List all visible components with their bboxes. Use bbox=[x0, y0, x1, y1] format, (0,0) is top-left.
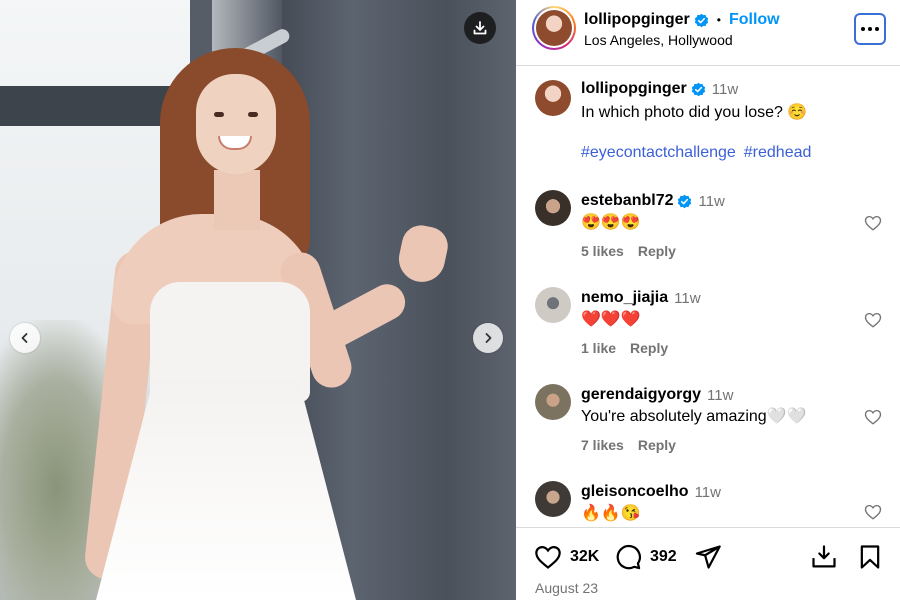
comment-meta: 5 likes Reply bbox=[581, 243, 676, 259]
comment-text: 😍😍😍 bbox=[581, 214, 641, 231]
heart-icon[interactable] bbox=[864, 214, 882, 232]
comment-author-row: gerendaigyorgy 11w bbox=[581, 386, 733, 404]
comment-username[interactable]: nemo_jiajia bbox=[581, 289, 668, 307]
photo-person-face bbox=[196, 74, 276, 174]
chevron-right-icon bbox=[485, 333, 492, 343]
comment-reply-button[interactable]: Reply bbox=[630, 340, 668, 356]
author-avatar-story-ring[interactable] bbox=[532, 6, 576, 50]
photo-person-eye-right bbox=[248, 112, 258, 117]
heart-icon[interactable] bbox=[864, 311, 882, 329]
like-action: 32K bbox=[534, 543, 599, 571]
comment-likes[interactable]: 5 likes bbox=[581, 243, 624, 259]
post-date[interactable]: August 23 bbox=[535, 580, 598, 596]
like-heart-icon[interactable] bbox=[534, 543, 562, 571]
caption-text: In which photo did you lose? ☺️ bbox=[581, 104, 808, 121]
comment-bubble-icon[interactable] bbox=[614, 543, 642, 571]
photo-person-neck bbox=[214, 170, 260, 230]
comment-timestamp[interactable]: 11w bbox=[674, 290, 700, 307]
comment-avatar[interactable] bbox=[535, 384, 571, 420]
comment-text: 🔥🔥😘 bbox=[581, 505, 641, 522]
comment-timestamp[interactable]: 11w bbox=[695, 484, 721, 501]
comment-text: You're absolutely amazing🤍🤍 bbox=[581, 408, 807, 425]
comment-username[interactable]: gerendaigyorgy bbox=[581, 386, 701, 404]
comment-likes[interactable]: 7 likes bbox=[581, 437, 624, 453]
hashtag-link[interactable]: #redhead bbox=[744, 144, 812, 162]
post-location[interactable]: Los Angeles, Hollywood bbox=[584, 32, 733, 48]
comment-meta: 7 likes Reply bbox=[581, 437, 676, 453]
comment-author-row: gleisoncoelho 11w bbox=[581, 483, 721, 501]
more-options-button[interactable] bbox=[854, 13, 886, 45]
caption-author-avatar[interactable] bbox=[535, 80, 571, 116]
share-paper-plane-icon[interactable] bbox=[694, 543, 722, 571]
comment-username[interactable]: gleisoncoelho bbox=[581, 483, 689, 501]
photo-person-eye-left bbox=[214, 112, 224, 117]
share-action bbox=[694, 543, 722, 571]
post-photo[interactable] bbox=[0, 0, 516, 600]
caption-timestamp[interactable]: 11w bbox=[712, 81, 738, 98]
comment-author-row: estebanbl72 11w bbox=[581, 192, 725, 210]
download-icon bbox=[473, 21, 487, 35]
chevron-left-icon bbox=[21, 333, 28, 343]
heart-icon[interactable] bbox=[864, 408, 882, 426]
comment-count[interactable]: 392 bbox=[650, 548, 677, 566]
next-photo-button[interactable] bbox=[473, 323, 503, 353]
comment-author-row: nemo_jiajia 11w bbox=[581, 289, 701, 307]
like-count[interactable]: 32K bbox=[570, 548, 599, 566]
author-username[interactable]: lollipopginger bbox=[584, 11, 690, 29]
verified-badge-icon bbox=[694, 13, 708, 27]
comment-reply-button[interactable]: Reply bbox=[638, 437, 676, 453]
comments-list[interactable]: lollipopginger 11w In which photo did yo… bbox=[516, 66, 900, 526]
comment-meta: 1 like Reply bbox=[581, 340, 668, 356]
more-options-icon bbox=[861, 27, 865, 31]
hashtag-link[interactable]: #eyecontactchallenge bbox=[581, 144, 736, 162]
author-name-row: lollipopginger • Follow bbox=[584, 11, 780, 29]
verified-badge-icon bbox=[678, 194, 692, 208]
verified-badge-icon bbox=[691, 82, 705, 96]
bookmark-icon[interactable] bbox=[856, 543, 884, 571]
comment-likes[interactable]: 1 like bbox=[581, 340, 616, 356]
post-side-panel: lollipopginger • Follow Los Angeles, Hol… bbox=[516, 0, 900, 600]
comment-action: 392 bbox=[614, 543, 677, 571]
comment-text: ❤️❤️❤️ bbox=[581, 311, 641, 328]
post-actions-bar: 32K 392 August 23 bbox=[516, 527, 900, 600]
follow-button[interactable]: Follow bbox=[729, 11, 780, 29]
comment-reply-button[interactable]: Reply bbox=[638, 243, 676, 259]
comment-username[interactable]: estebanbl72 bbox=[581, 192, 673, 210]
heart-icon[interactable] bbox=[864, 503, 882, 521]
caption-hashtags: #eyecontactchallenge #redhead bbox=[581, 144, 811, 162]
caption-author-row: lollipopginger 11w bbox=[581, 80, 738, 98]
download-button[interactable] bbox=[464, 12, 496, 44]
download-tray-icon[interactable] bbox=[810, 543, 838, 571]
post-header: lollipopginger • Follow Los Angeles, Hol… bbox=[516, 0, 900, 66]
comment-timestamp[interactable]: 11w bbox=[707, 387, 733, 404]
header-separator-dot: • bbox=[716, 13, 721, 27]
previous-photo-button[interactable] bbox=[10, 323, 40, 353]
caption-username[interactable]: lollipopginger bbox=[581, 80, 687, 98]
author-avatar[interactable] bbox=[536, 10, 572, 46]
bookmark-action bbox=[856, 543, 884, 571]
comment-timestamp[interactable]: 11w bbox=[698, 193, 724, 210]
comment-avatar[interactable] bbox=[535, 190, 571, 226]
comment-avatar[interactable] bbox=[535, 481, 571, 517]
save-to-collection-action bbox=[810, 543, 838, 571]
comment-avatar[interactable] bbox=[535, 287, 571, 323]
